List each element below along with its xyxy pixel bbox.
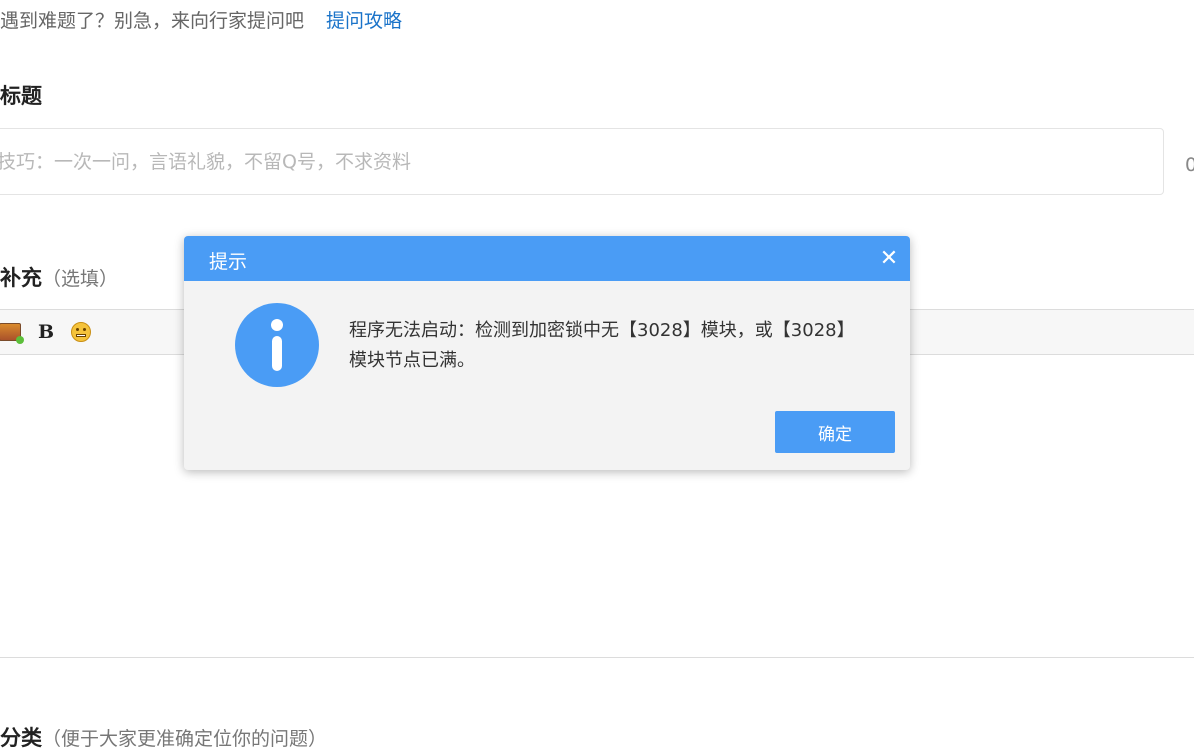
category-hint: （便于大家更准确定位你的问题）: [42, 728, 328, 750]
emoji-icon[interactable]: [69, 319, 93, 345]
image-icon[interactable]: [0, 319, 24, 345]
category-label-text: 分类: [0, 726, 42, 750]
alert-dialog: 提示 ✕ 程序无法启动：检测到加密锁中无【3028】模块，或【3028】模块节点…: [184, 236, 910, 470]
supplement-hint: （选填）: [42, 268, 119, 290]
ask-tip: 遇到难题了？别急，来向行家提问吧 提问攻略: [0, 6, 402, 34]
ask-guide-link[interactable]: 提问攻略: [326, 10, 402, 32]
tip-text: 遇到难题了？别急，来向行家提问吧: [0, 10, 305, 32]
title-char-counter: 0: [1185, 154, 1194, 176]
category-label: 分类（便于大家更准确定位你的问题）: [0, 722, 327, 752]
title-input[interactable]: [0, 128, 1164, 195]
dialog-header: 提示 ✕: [184, 236, 910, 281]
supplement-label: 补充（选填）: [0, 262, 118, 292]
close-button[interactable]: ✕: [876, 245, 902, 271]
dialog-title: 提示: [209, 251, 248, 273]
title-label: 标题: [0, 84, 42, 108]
supplement-label-text: 补充: [0, 266, 42, 290]
info-icon: [235, 303, 319, 387]
bold-button[interactable]: B: [37, 319, 55, 345]
ok-button[interactable]: 确定: [775, 411, 895, 453]
dialog-message: 程序无法启动：检测到加密锁中无【3028】模块，或【3028】模块节点已满。: [349, 320, 855, 371]
